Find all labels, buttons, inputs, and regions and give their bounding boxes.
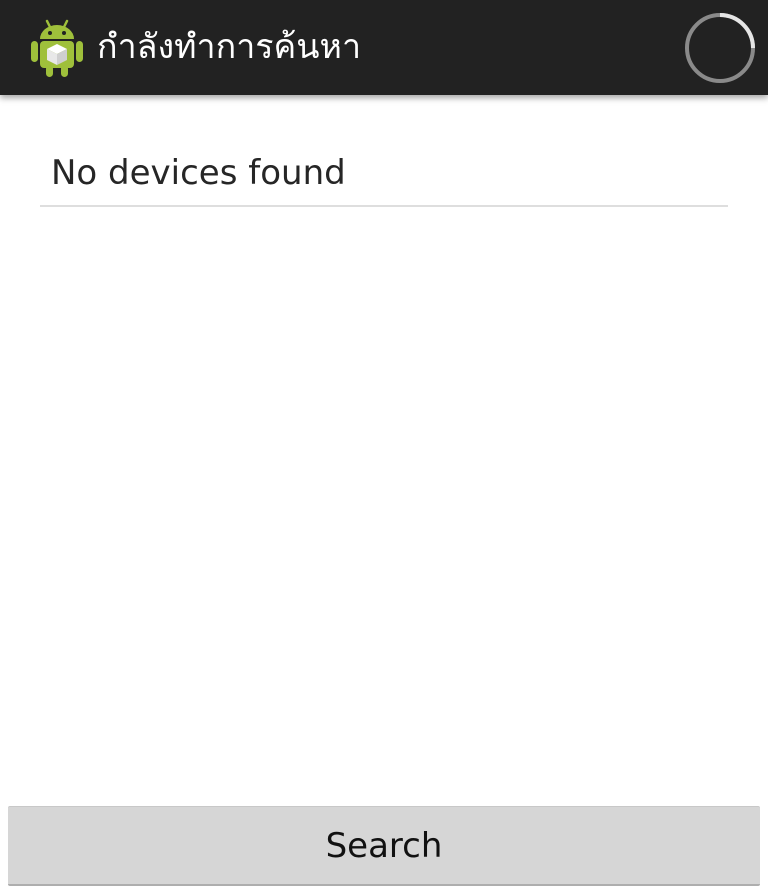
list-divider xyxy=(40,205,728,207)
android-app-icon xyxy=(30,18,84,78)
loading-spinner-icon xyxy=(683,11,757,85)
search-button[interactable]: Search xyxy=(8,806,760,886)
empty-state-text: No devices found xyxy=(51,153,346,193)
device-search-screen: กำลังทำการค้นหา No devices found Search xyxy=(0,0,768,894)
page-title: กำลังทำการค้นหา xyxy=(97,27,362,67)
action-bar: กำลังทำการค้นหา xyxy=(0,0,768,95)
device-list xyxy=(0,95,768,795)
